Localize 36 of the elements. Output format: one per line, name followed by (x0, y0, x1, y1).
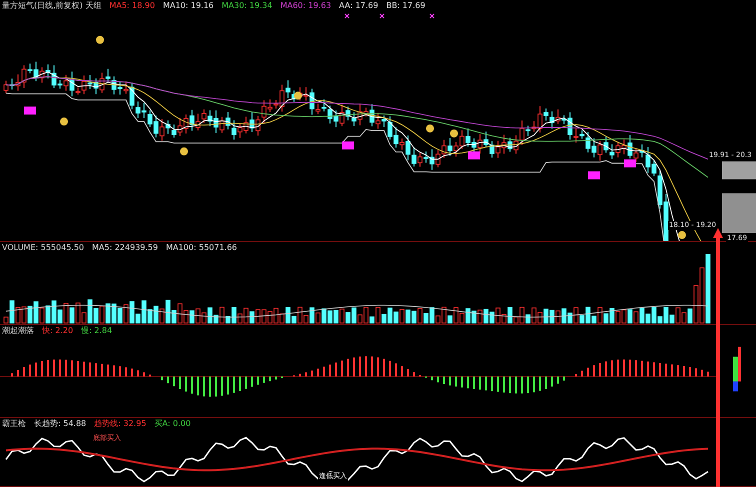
indicator-value: 慢: 2.84 (81, 325, 112, 337)
signal-marker (342, 141, 354, 150)
signal-marker (468, 151, 480, 160)
cross-icon (430, 14, 434, 18)
indicator-value: 趋势线: 32.95 (94, 418, 146, 430)
panel-title: 霸王枪 (2, 418, 26, 430)
signal-marker (588, 171, 600, 180)
cross-icon (344, 14, 350, 18)
indicator-value: MA5: 224939.59 (92, 242, 158, 254)
signal-marker (624, 159, 636, 168)
indicator-value: 长趋势: 54.88 (34, 418, 86, 430)
price-range-box (722, 193, 756, 234)
panel-title: 潮起潮落 (2, 325, 34, 337)
panel-title: 量方短气(日线,前复权) 天组 (2, 0, 102, 12)
indicator-value: BB: 17.69 (386, 0, 426, 12)
coin-icon (294, 92, 302, 100)
indicator-value: MA60: 19.63 (280, 0, 332, 12)
coin-icon (426, 124, 434, 132)
coin-icon (60, 118, 68, 126)
indicator-value: MA100: 55071.66 (166, 242, 238, 254)
indicator-value: 快: 2.20 (42, 325, 74, 337)
coin-icon (96, 36, 104, 44)
signal-bar (733, 346, 741, 392)
coin-icon (450, 129, 458, 138)
indicator-value: AA: 17.69 (339, 0, 378, 12)
cross-icon (380, 14, 384, 18)
price-range-box (722, 161, 756, 180)
indicator-value: 买A: 0.00 (154, 418, 191, 430)
coin-icon (678, 231, 686, 239)
panel-title: VOLUME: 555045.50 (2, 242, 84, 254)
coin-icon (180, 147, 188, 156)
indicator-value: MA10: 19.16 (162, 0, 214, 12)
indicator-value: MA30: 19.34 (222, 0, 272, 12)
signal-marker (24, 106, 36, 115)
indicator-value: MA5: 18.90 (109, 0, 155, 12)
signal-arrow-icon (713, 228, 723, 487)
